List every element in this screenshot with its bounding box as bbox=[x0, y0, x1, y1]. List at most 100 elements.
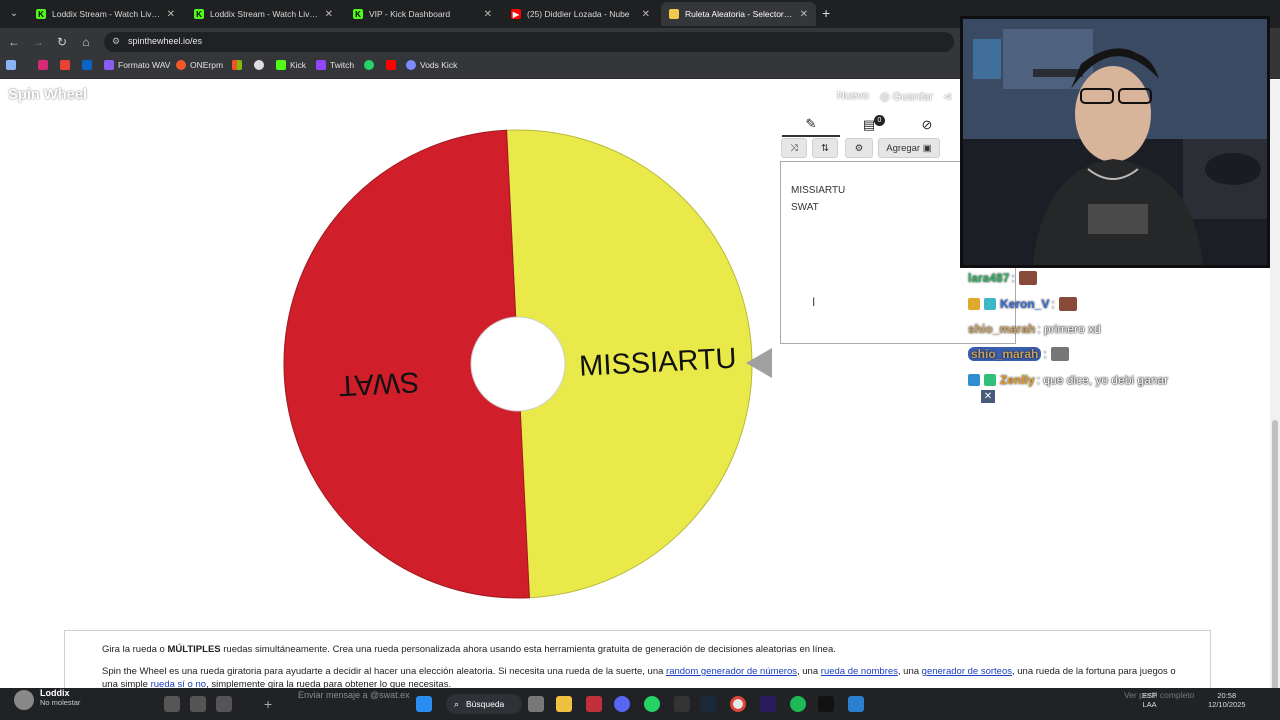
add-label: Agregar bbox=[886, 142, 921, 154]
bookmark-microsoft[interactable] bbox=[232, 60, 246, 70]
link-name-wheel[interactable]: rueda de nombres bbox=[821, 666, 898, 677]
close-icon[interactable]: ✕ bbox=[642, 9, 650, 20]
emote-icon bbox=[1050, 347, 1069, 361]
spotify-icon[interactable] bbox=[790, 696, 806, 712]
sort-button[interactable]: ⇅ bbox=[812, 138, 838, 158]
kick-icon: K bbox=[353, 9, 363, 19]
site-info-icon[interactable]: ⚙ bbox=[112, 36, 120, 47]
bookmark-formato-wav[interactable]: Formato WAV bbox=[104, 60, 170, 70]
headphones-icon[interactable] bbox=[190, 696, 206, 712]
bookmark-gmail[interactable] bbox=[60, 60, 74, 70]
new-wheel-link[interactable]: Nuevo bbox=[837, 90, 869, 102]
browser-tab[interactable]: K Loddix Stream - Watch Live on ✕ bbox=[28, 2, 183, 26]
close-icon[interactable]: ✕ bbox=[800, 9, 808, 20]
reload-icon[interactable]: ↻ bbox=[54, 34, 70, 50]
text-cursor-icon: I bbox=[812, 295, 816, 309]
close-icon[interactable]: ✕ bbox=[981, 390, 995, 403]
bookmark-label: Kick bbox=[290, 60, 307, 70]
close-icon[interactable]: ✕ bbox=[167, 9, 175, 20]
browser-tab[interactable]: ▶ (25) Diddier Lozada - Nube ✕ bbox=[503, 2, 658, 26]
tab-edit[interactable]: ✎ bbox=[782, 112, 840, 137]
windows-start-icon[interactable] bbox=[416, 696, 432, 712]
steam-icon[interactable] bbox=[700, 696, 716, 712]
youtube-icon: ▶ bbox=[511, 9, 521, 19]
plus-icon[interactable]: + bbox=[264, 696, 280, 712]
chat-username: Zenlly bbox=[1000, 373, 1035, 387]
onerpm-icon bbox=[176, 60, 186, 70]
bookmark-twitch[interactable]: Twitch bbox=[316, 60, 354, 70]
tiktok-icon[interactable] bbox=[818, 696, 834, 712]
obs-icon[interactable] bbox=[528, 696, 544, 712]
wheel-pointer bbox=[746, 348, 772, 378]
user-status: No molestar bbox=[40, 698, 81, 707]
bookmark-whatsapp[interactable] bbox=[364, 60, 378, 70]
whatsapp-icon[interactable] bbox=[644, 696, 660, 712]
clock[interactable]: 20:58 12/10/2025 bbox=[1208, 691, 1246, 709]
bookmark-label: ONErpm bbox=[190, 60, 224, 70]
gmail-icon bbox=[60, 60, 70, 70]
bookmark-youtube[interactable] bbox=[386, 60, 400, 70]
chat-username: Keron_V bbox=[1000, 297, 1050, 311]
browser-tab[interactable]: K VIP - Kick Dashboard ✕ bbox=[345, 2, 500, 26]
browser-tab[interactable]: K Loddix Stream - Watch Live on ✕ bbox=[186, 2, 341, 26]
language-indicator[interactable]: ESP LAA bbox=[1142, 691, 1157, 709]
close-icon[interactable]: ✕ bbox=[325, 9, 333, 20]
scrollbar-thumb[interactable] bbox=[1272, 420, 1278, 720]
emote-icon bbox=[1058, 297, 1077, 311]
app-icon[interactable] bbox=[848, 696, 864, 712]
back-icon[interactable]: ← bbox=[6, 34, 22, 50]
link-random-number-generator[interactable]: random generador de números bbox=[666, 666, 797, 677]
microsoft-icon bbox=[232, 60, 242, 70]
browser-tab-active[interactable]: Ruleta Aleatoria - Selector Pers ✕ bbox=[661, 2, 816, 26]
epic-games-icon[interactable] bbox=[674, 696, 690, 712]
premiere-icon[interactable] bbox=[760, 696, 776, 712]
tab-hide[interactable]: ⊘ bbox=[898, 112, 956, 137]
whatsapp-icon bbox=[364, 60, 374, 70]
message-input[interactable]: Enviar mensaje a @swat.ex bbox=[298, 690, 410, 700]
spin-wheel[interactable]: MISSIARTU SWAT bbox=[280, 126, 756, 602]
taskbar-search[interactable]: ⌕ Búsqueda bbox=[446, 694, 522, 714]
save-link[interactable]: ◎ Guardar bbox=[880, 90, 933, 103]
shuffle-icon: ⤨ bbox=[790, 142, 798, 154]
forward-icon[interactable]: → bbox=[30, 34, 46, 50]
kick-icon bbox=[276, 60, 286, 70]
new-tab-icon[interactable]: + bbox=[822, 5, 830, 21]
text-bold: MÚLTIPLES bbox=[167, 644, 221, 655]
tab-search-button[interactable]: ⌄ bbox=[6, 7, 22, 21]
description-line-1: Gira la rueda o MÚLTIPLES ruedas simultá… bbox=[102, 644, 836, 655]
home-icon[interactable]: ⌂ bbox=[78, 34, 94, 50]
file-explorer-icon[interactable] bbox=[556, 696, 572, 712]
address-bar[interactable]: ⚙ spinthewheel.io/es bbox=[104, 32, 954, 52]
webcam-overlay bbox=[960, 16, 1270, 268]
chrome-icon[interactable] bbox=[730, 696, 746, 712]
apps-icon[interactable] bbox=[6, 60, 20, 70]
wheel-center-hub[interactable] bbox=[470, 316, 566, 412]
bookmark-label: Vods Kick bbox=[420, 60, 458, 70]
bookmark-kick[interactable]: Kick bbox=[276, 60, 306, 70]
outlook-icon bbox=[82, 60, 92, 70]
gear-icon[interactable] bbox=[216, 696, 232, 712]
region-code: LAA bbox=[1142, 700, 1157, 709]
close-icon[interactable]: ✕ bbox=[484, 9, 492, 20]
page-scrollbar[interactable] bbox=[1270, 80, 1280, 720]
discord-icon[interactable] bbox=[614, 696, 630, 712]
bookmark-vods-kick[interactable]: Vods Kick bbox=[406, 60, 457, 70]
share-icon[interactable]: ⋖ bbox=[943, 90, 952, 103]
streamer-webcam-image bbox=[963, 19, 1267, 265]
microphone-icon[interactable] bbox=[164, 696, 180, 712]
app-icon[interactable] bbox=[586, 696, 602, 712]
bookmark-outlook[interactable] bbox=[82, 60, 96, 70]
site-logo[interactable]: Spin Wheel bbox=[8, 86, 87, 103]
bookmark-onerpm[interactable]: ONErpm bbox=[176, 60, 223, 70]
shuffle-button[interactable]: ⤨ bbox=[781, 138, 807, 158]
tab-results[interactable]: ▤ bbox=[840, 112, 898, 137]
link-raffle-generator[interactable]: generador de sorteos bbox=[922, 666, 1012, 677]
bookmark-openai[interactable] bbox=[254, 60, 268, 70]
kick-icon: K bbox=[36, 9, 46, 19]
add-image-button[interactable]: Agregar ▣ bbox=[878, 138, 940, 158]
settings-button[interactable]: ⚙ bbox=[845, 138, 873, 158]
results-count-badge: 0 bbox=[874, 115, 885, 126]
bookmark-instagram[interactable] bbox=[38, 60, 52, 70]
avatar[interactable] bbox=[14, 690, 34, 710]
search-label: Búsqueda bbox=[466, 699, 505, 709]
